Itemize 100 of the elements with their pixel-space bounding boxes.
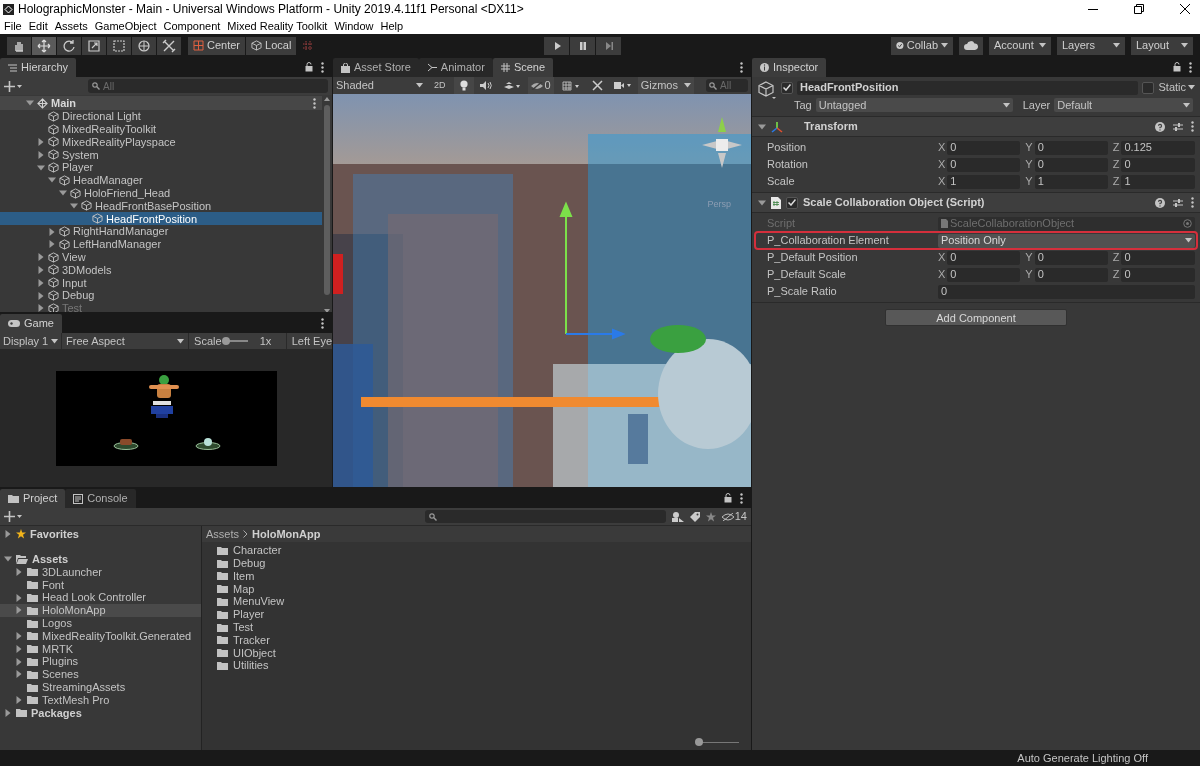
number-field[interactable]: 1 (1034, 174, 1108, 189)
menu-item[interactable]: Help (380, 17, 404, 35)
help-icon[interactable] (1155, 121, 1165, 132)
hidden-packages-toggle[interactable]: 14 (721, 508, 747, 525)
project-tree-row[interactable]: Logos (0, 616, 201, 630)
more-options-icon[interactable] (313, 97, 316, 109)
star-icon[interactable] (705, 511, 716, 522)
project-tree-row[interactable]: Head Look Controller (0, 591, 201, 604)
menu-item[interactable]: Assets (54, 17, 88, 35)
hierarchy-row[interactable]: HeadManager (0, 174, 322, 187)
number-field[interactable]: 0 (947, 140, 1021, 155)
more-options-icon[interactable] (321, 61, 324, 73)
folder-row[interactable]: Utilities (202, 659, 751, 672)
filter-type-icon[interactable] (671, 511, 684, 522)
scrollbar[interactable] (322, 95, 332, 312)
project-tree-row[interactable]: MRTK (0, 642, 201, 656)
restore-icon[interactable] (1134, 4, 1144, 14)
enabled-checkbox[interactable] (786, 196, 798, 209)
hierarchy-row[interactable]: Player (0, 161, 322, 174)
hierarchy-row[interactable]: RightHandManager (0, 225, 322, 238)
project-tree-row[interactable]: Scenes (0, 667, 201, 681)
more-options-icon[interactable] (1191, 121, 1194, 132)
rect-tool-button[interactable] (107, 36, 132, 55)
component-header[interactable]: Transform (752, 117, 1200, 137)
project-tree-row[interactable]: Font (0, 578, 201, 592)
slider-thumb[interactable] (221, 337, 230, 345)
lock-icon[interactable] (305, 62, 313, 72)
menu-item[interactable]: Edit (28, 17, 48, 35)
hierarchy-row[interactable]: HeadFrontPosition (0, 212, 322, 226)
number-field[interactable]: 1 (947, 174, 1021, 189)
folder-row[interactable]: Player (202, 608, 751, 621)
gizmos-dropdown[interactable]: Gizmos (637, 77, 694, 94)
menu-item[interactable]: Component (163, 17, 221, 35)
sliders-icon[interactable] (1173, 197, 1183, 208)
number-field[interactable]: 1 (1121, 174, 1195, 189)
expanded-arrow-icon[interactable] (758, 122, 766, 131)
hierarchy-row[interactable]: 3DModels (0, 263, 322, 277)
pause-button[interactable] (570, 37, 595, 55)
project-tree-row[interactable]: Packages (0, 706, 201, 720)
help-icon[interactable] (1155, 197, 1165, 208)
tag-icon[interactable] (689, 511, 700, 522)
layers-dropdown[interactable]: Layers (1057, 36, 1125, 55)
name-field[interactable]: HeadFrontPosition (797, 80, 1139, 95)
panel-tab[interactable]: Inspector (752, 58, 827, 77)
menu-item[interactable]: Window (334, 17, 374, 35)
lock-icon[interactable] (1173, 62, 1181, 72)
project-tree-row[interactable]: MixedRealityToolkit.Generated (0, 629, 201, 643)
panel-tab[interactable]: Console (65, 489, 136, 508)
play-button[interactable] (544, 37, 569, 55)
project-tree-row[interactable]: Plugins (0, 655, 201, 668)
folder-row[interactable]: Debug (202, 556, 751, 570)
folder-row[interactable]: UIObject (202, 646, 751, 660)
layer-dropdown[interactable]: Default (1054, 98, 1193, 112)
folder-row[interactable]: Test (202, 620, 751, 634)
folder-row[interactable]: Map (202, 582, 751, 596)
aspect-dropdown[interactable]: Free Aspect (62, 333, 190, 349)
add-icon[interactable] (4, 511, 22, 522)
hierarchy-row[interactable]: MixedRealityToolkit (0, 122, 322, 136)
number-field[interactable]: 0 (947, 250, 1021, 265)
number-field[interactable]: 0.125 (1121, 140, 1195, 155)
folder-row[interactable]: Tracker (202, 633, 751, 647)
number-field[interactable]: 0 (947, 267, 1021, 282)
menu-item[interactable]: File (4, 17, 22, 35)
panel-tab[interactable]: Project (0, 489, 66, 508)
project-tree-row[interactable]: Favorites (0, 528, 201, 541)
layout-dropdown[interactable]: Layout (1131, 36, 1193, 55)
active-checkbox[interactable] (781, 81, 793, 94)
number-field[interactable]: 0 (1034, 140, 1108, 155)
sliders-icon[interactable] (1173, 121, 1183, 132)
lighting-toggle[interactable] (453, 77, 474, 94)
number-field[interactable]: 0 (1121, 267, 1195, 282)
move-tool-button[interactable] (32, 36, 57, 55)
add-component-button[interactable]: Add Component (885, 309, 1067, 326)
hand-tool-button[interactable] (7, 36, 32, 55)
cube-icon[interactable] (757, 80, 777, 100)
hierarchy-row[interactable]: System (0, 148, 322, 162)
panel-tab[interactable]: Scene (492, 58, 554, 77)
expanded-arrow-icon[interactable] (26, 99, 34, 107)
hierarchy-row[interactable]: Debug (0, 289, 322, 302)
more-options-icon[interactable] (740, 492, 743, 504)
hierarchy-row[interactable]: MixedRealityPlayspace (0, 135, 322, 149)
static-checkbox[interactable] (1142, 81, 1155, 94)
component-header[interactable]: Scale Collaboration Object (Script) (752, 193, 1200, 213)
panel-tab[interactable]: Hierarchy (0, 58, 77, 77)
number-field[interactable]: 0 (947, 157, 1021, 172)
expanded-arrow-icon[interactable] (4, 555, 12, 564)
collapsed-arrow-icon[interactable] (4, 530, 12, 539)
eye-dropdown[interactable]: Left Eye (286, 333, 332, 349)
search-field[interactable] (424, 510, 666, 523)
account-dropdown[interactable]: Account (989, 36, 1051, 55)
target-icon[interactable] (1183, 219, 1192, 228)
number-field[interactable]: 0 (1034, 267, 1108, 282)
transform-tool-button[interactable] (132, 36, 157, 55)
static-dropdown[interactable]: Static (1158, 79, 1195, 96)
step-button[interactable] (596, 37, 621, 55)
display-dropdown[interactable]: Display 1 (0, 333, 63, 349)
number-field[interactable]: 0 (1034, 250, 1108, 265)
pivot-button[interactable]: Center (188, 36, 246, 55)
lock-icon[interactable] (724, 493, 732, 503)
project-tree-row[interactable]: TextMesh Pro (0, 693, 201, 707)
